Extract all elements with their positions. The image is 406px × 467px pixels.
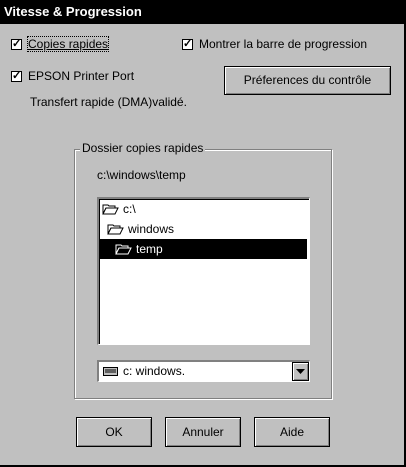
- folder-open-icon: [102, 204, 119, 215]
- ok-button[interactable]: OK: [76, 417, 152, 447]
- tree-item-label: windows: [128, 222, 175, 236]
- directory-list[interactable]: c:\ windows temp: [97, 197, 310, 345]
- control-prefs-button[interactable]: Préferences du contrôle: [224, 66, 391, 95]
- tree-item-label: temp: [136, 242, 163, 256]
- current-path: c:\windows\temp: [97, 168, 186, 182]
- tree-item-windows[interactable]: windows: [107, 219, 174, 239]
- printer-port-label[interactable]: EPSON Printer Port: [28, 69, 134, 83]
- show-progress-label[interactable]: Montrer la barre de progression: [199, 37, 367, 51]
- fast-copies-label[interactable]: Copies rapides: [26, 36, 110, 52]
- cancel-button[interactable]: Annuler: [165, 417, 241, 447]
- drive-dropdown-button[interactable]: [292, 362, 309, 381]
- folder-open-icon: [115, 244, 132, 255]
- fast-copies-checkbox[interactable]: ✓: [11, 39, 22, 50]
- show-progress-checkbox[interactable]: ✓: [182, 39, 193, 50]
- fast-copies-text: Copies rapides: [28, 37, 109, 51]
- drive-select-value: c: windows.: [123, 364, 186, 378]
- drive-icon: [103, 367, 118, 376]
- tree-item-temp[interactable]: temp: [99, 239, 307, 259]
- drive-select[interactable]: c: windows.: [97, 360, 310, 382]
- dma-status-text: Transfert rapide (DMA)validé.: [30, 95, 187, 109]
- printer-port-checkbox[interactable]: ✓: [11, 71, 22, 82]
- window-title: Vitesse & Progression: [0, 0, 404, 24]
- folder-open-icon: [107, 224, 124, 235]
- help-button[interactable]: Aide: [254, 417, 330, 447]
- chevron-down-icon: [296, 369, 305, 374]
- tree-item-root[interactable]: c:\: [102, 199, 136, 219]
- folder-group-legend: Dossier copies rapides: [80, 141, 206, 155]
- tree-item-label: c:\: [123, 202, 136, 216]
